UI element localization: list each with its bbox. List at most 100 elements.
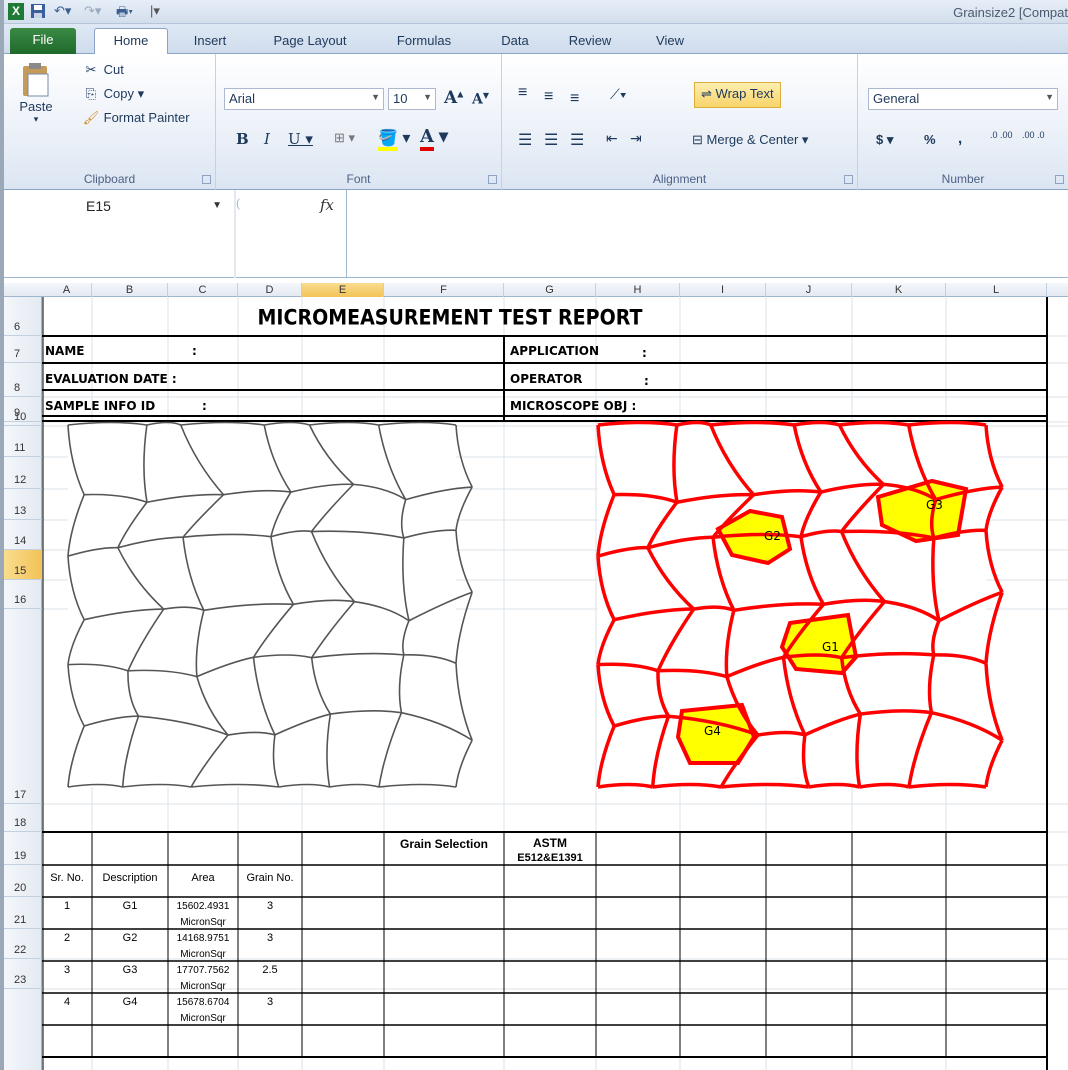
column-header-f[interactable]: F — [384, 283, 504, 297]
row-header-12[interactable]: 12 — [4, 457, 42, 489]
column-header-d[interactable]: D — [238, 283, 302, 297]
clipboard-launcher-icon[interactable] — [202, 175, 211, 184]
merge-center-button[interactable]: ⊟ Merge & Center ▾ — [692, 132, 808, 148]
operator-colon: : — [644, 374, 649, 388]
number-format-combo[interactable]: General ▼ — [868, 88, 1058, 110]
align-bottom-icon[interactable]: ≡ — [570, 90, 579, 108]
font-name-combo[interactable]: Arial ▼ — [224, 88, 384, 110]
align-center-icon[interactable]: ☰ — [544, 130, 558, 150]
grain-boundary — [264, 421, 310, 426]
row-header-11[interactable]: 11 — [4, 426, 42, 457]
column-header-j[interactable]: J — [766, 283, 852, 297]
decrease-decimal-icon[interactable]: .00 .0 — [1022, 130, 1048, 140]
italic-icon[interactable]: I — [264, 130, 270, 148]
evaluation-date-label: EVALUATION DATE : — [45, 372, 177, 386]
align-top-icon[interactable]: ≡ — [518, 84, 527, 102]
row-header-22[interactable]: 22 — [4, 929, 42, 959]
clipboard-group-label: Clipboard — [83, 172, 136, 186]
tab-file[interactable]: File — [10, 28, 76, 54]
tab-page-layout[interactable]: Page Layout — [260, 29, 360, 54]
column-header-h[interactable]: H — [596, 283, 680, 297]
shrink-font-icon[interactable]: A▼ — [472, 90, 489, 108]
cut-button[interactable]: ✂ Cut — [82, 62, 124, 78]
name-box[interactable]: E15 ▼ — [4, 194, 230, 218]
tab-view[interactable]: View — [644, 29, 696, 54]
alignment-launcher-icon[interactable] — [844, 175, 853, 184]
tab-home[interactable]: Home — [94, 28, 168, 54]
number-launcher-icon[interactable] — [1055, 175, 1064, 184]
cancel-entry-icon[interactable]: ( — [236, 196, 240, 210]
align-right-icon[interactable]: ☰ — [570, 130, 584, 150]
tab-insert[interactable]: Insert — [180, 29, 240, 54]
column-header-g[interactable]: G — [504, 283, 596, 297]
row-header-23[interactable]: 23 — [4, 959, 42, 989]
print-icon[interactable]: 🖶▾ — [116, 3, 133, 20]
row-header-15[interactable]: 15 — [4, 550, 42, 580]
redo-icon[interactable]: ↷▾ — [84, 3, 101, 20]
paste-button[interactable]: Paste ▾ — [18, 62, 54, 134]
grain-boundary — [455, 424, 473, 488]
align-middle-icon[interactable]: ≡ — [544, 88, 553, 106]
grain-label-g2: G2 — [764, 529, 781, 543]
fill-color-icon[interactable]: 🪣 ▾ — [378, 128, 410, 151]
clipboard-group: Paste ▾ ✂ Cut ⎘ Copy ▾ 🖌 Format Painter … — [4, 54, 216, 190]
grow-font-icon[interactable]: A▲ — [444, 88, 463, 108]
row-header-18[interactable]: 18 — [4, 804, 42, 832]
comma-button[interactable]: , — [958, 130, 962, 147]
row-header-21[interactable]: 21 — [4, 897, 42, 929]
font-color-icon[interactable]: A ▾ — [420, 126, 448, 151]
customize-qat-icon[interactable]: |▾ — [150, 3, 160, 20]
column-header-l[interactable]: L — [946, 283, 1047, 297]
row-header-8[interactable]: 8 — [4, 363, 42, 397]
sample-colon: : — [202, 399, 207, 413]
column-header-c[interactable]: C — [168, 283, 238, 297]
undo-icon[interactable]: ↶▾ — [54, 3, 71, 20]
astm-header-line2: E512&E1391 — [517, 852, 582, 864]
decrease-indent-icon[interactable]: ⇤ — [606, 130, 618, 147]
font-size-value: 10 — [393, 91, 408, 106]
save-icon[interactable] — [30, 3, 46, 20]
increase-decimal-icon[interactable]: .0 .00 — [990, 130, 1016, 140]
percent-button[interactable]: % — [924, 132, 936, 147]
row-header-14[interactable]: 14 — [4, 520, 42, 550]
insert-function-icon[interactable]: fx — [320, 196, 334, 214]
column-header-e[interactable]: E — [302, 283, 384, 297]
align-left-icon[interactable]: ☰ — [518, 130, 532, 150]
cut-label: Cut — [103, 62, 124, 77]
orientation-icon[interactable]: ⟋▾ — [610, 86, 627, 103]
borders-icon[interactable]: ⊞ ▾ — [334, 130, 355, 146]
row-header-17[interactable]: 17 — [4, 609, 42, 804]
column-header-k[interactable]: K — [852, 283, 946, 297]
grain-boundary — [455, 486, 473, 531]
table-header-3: Grain No. — [246, 872, 293, 884]
font-launcher-icon[interactable] — [488, 175, 497, 184]
increase-indent-icon[interactable]: ⇥ — [630, 130, 642, 147]
row-header-13[interactable]: 13 — [4, 489, 42, 520]
row-header-6[interactable]: 6 — [4, 297, 42, 336]
tab-formulas[interactable]: Formulas — [384, 29, 464, 54]
formula-divider — [346, 190, 347, 278]
tab-data[interactable]: Data — [492, 29, 538, 54]
underline-icon[interactable]: U ▾ — [288, 130, 313, 148]
bold-icon[interactable]: B — [236, 130, 249, 148]
window-title: Grainsize2 [Compat — [953, 5, 1068, 20]
currency-button[interactable]: $ ▾ — [876, 132, 893, 148]
row-header-7[interactable]: 7 — [4, 336, 42, 363]
grain-boundary — [455, 530, 473, 593]
table-cell-area-3: 17707.7562 — [177, 965, 230, 976]
wrap-text-button[interactable]: ⇌ Wrap Text — [694, 82, 781, 108]
tab-review[interactable]: Review — [560, 29, 620, 54]
font-size-combo[interactable]: 10 ▼ — [388, 88, 436, 110]
name-box-value: E15 — [86, 198, 111, 214]
format-painter-button[interactable]: 🖌 Format Painter — [82, 110, 190, 126]
copy-button[interactable]: ⎘ Copy ▾ — [82, 86, 144, 102]
excel-window: X ↶▾ ↷▾ 🖶▾ |▾ Grainsize2 [Compat File Ho… — [0, 0, 1068, 1070]
row-header-16[interactable]: 16 — [4, 580, 42, 609]
report-sheet: MICROMEASUREMENT TEST REPORT NAME: EVALUAT… — [42, 297, 1068, 1070]
column-header-a[interactable]: A — [42, 283, 92, 297]
row-header-19[interactable]: 19 — [4, 832, 42, 865]
grain-label-g4: G4 — [704, 724, 721, 738]
column-header-i[interactable]: I — [680, 283, 766, 297]
column-header-b[interactable]: B — [92, 283, 168, 297]
row-header-20[interactable]: 20 — [4, 865, 42, 897]
